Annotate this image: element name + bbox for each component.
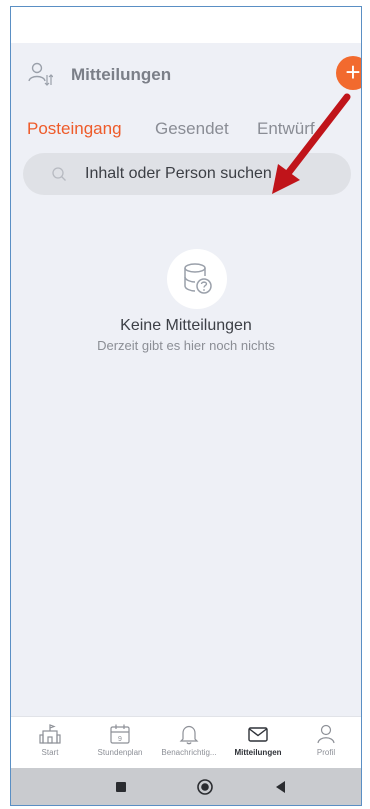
back-icon[interactable] bbox=[271, 777, 291, 797]
contacts-sort-icon[interactable] bbox=[27, 61, 53, 87]
nav-label-benachrichtigungen: Benachrichtig... bbox=[161, 748, 217, 757]
calendar-day: 9 bbox=[118, 736, 122, 743]
page-title: Mitteilungen bbox=[71, 65, 172, 84]
nav-item-mitteilungen[interactable]: Mitteilungen bbox=[223, 723, 293, 757]
search-icon bbox=[52, 167, 66, 181]
new-message-button[interactable]: + bbox=[336, 56, 361, 90]
app-screen: Mitteilungen + Posteingang Gesendet Entw… bbox=[10, 6, 362, 806]
search-placeholder: Inhalt oder Person suchen bbox=[85, 165, 272, 182]
nav-item-profil[interactable]: Profil bbox=[291, 723, 361, 757]
nav-label-profil: Profil bbox=[316, 748, 336, 757]
status-bar bbox=[11, 7, 361, 43]
nav-item-benachrichtigungen[interactable]: Benachrichtig... bbox=[154, 723, 224, 757]
app-header: Mitteilungen + bbox=[11, 43, 361, 101]
nav-label-stundenplan: Stundenplan bbox=[97, 748, 143, 757]
envelope-icon bbox=[248, 727, 268, 742]
nav-label-start: Start bbox=[41, 748, 59, 757]
tab-entwuerfe[interactable]: Entwürf bbox=[257, 119, 315, 139]
bell-icon bbox=[179, 725, 199, 745]
android-navigation-bar bbox=[11, 768, 361, 805]
person-icon bbox=[317, 724, 335, 744]
empty-state-title: Keine Mitteilungen bbox=[120, 317, 252, 334]
calendar-icon: 9 bbox=[110, 724, 130, 744]
nav-item-stundenplan[interactable]: 9 Stundenplan bbox=[85, 723, 155, 757]
bottom-navigation: Start 9 Stundenplan Benachrichtig... Mit… bbox=[11, 716, 361, 768]
message-tabs: Posteingang Gesendet Entwürf bbox=[11, 111, 361, 151]
nav-item-start[interactable]: Start bbox=[15, 723, 85, 757]
empty-inbox-icon bbox=[167, 249, 227, 309]
recent-apps-icon[interactable] bbox=[111, 777, 131, 797]
empty-state-subtitle: Derzeit gibt es hier noch nichts bbox=[97, 338, 275, 353]
tab-posteingang[interactable]: Posteingang bbox=[27, 119, 122, 139]
nav-label-mitteilungen: Mitteilungen bbox=[234, 748, 282, 757]
school-icon bbox=[39, 724, 61, 744]
tab-gesendet[interactable]: Gesendet bbox=[155, 119, 229, 139]
search-input[interactable]: Inhalt oder Person suchen bbox=[23, 153, 351, 195]
home-icon[interactable] bbox=[195, 777, 215, 797]
